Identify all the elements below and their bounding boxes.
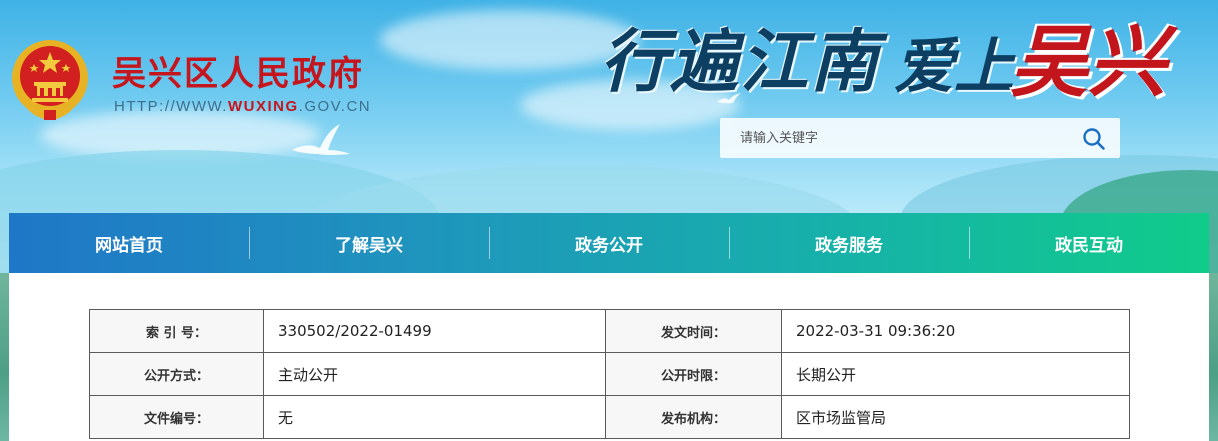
nav-item-gov-affairs-open[interactable]: 政务公开 bbox=[489, 213, 729, 273]
document-number-value: 无 bbox=[263, 395, 606, 439]
search-box bbox=[720, 118, 1120, 158]
nav-item-home[interactable]: 网站首页 bbox=[9, 213, 249, 273]
document-meta-table: 索 引 号： 330502/2022-01499 发文时间： 2022-03-3… bbox=[89, 309, 1130, 439]
search-input[interactable] bbox=[720, 118, 1060, 158]
nav-item-interaction[interactable]: 政民互动 bbox=[969, 213, 1209, 273]
table-row: 公开方式： 主动公开 公开时限： 长期公开 bbox=[89, 352, 1130, 396]
disclosure-method-label: 公开方式： bbox=[89, 352, 264, 396]
url-prefix: HTTP://WWW. bbox=[114, 98, 228, 115]
side-decoration-right bbox=[1209, 273, 1218, 441]
slogan-part2: 爱上 bbox=[894, 32, 1014, 102]
disclosure-period-value: 长期公开 bbox=[781, 352, 1130, 396]
bird-icon bbox=[292, 124, 350, 155]
search-icon[interactable] bbox=[1082, 127, 1106, 151]
publish-time-label: 发文时间： bbox=[605, 309, 782, 353]
slogan-part1: 行遍江南 bbox=[600, 22, 881, 102]
table-row: 索 引 号： 330502/2022-01499 发文时间： 2022-03-3… bbox=[89, 309, 1130, 353]
disclosure-method-value: 主动公开 bbox=[263, 352, 606, 396]
issuing-agency-label: 发布机构： bbox=[605, 395, 782, 439]
slogan: 行遍江南 爱上 吴兴 bbox=[600, 6, 1200, 108]
index-number-label: 索 引 号： bbox=[89, 309, 264, 353]
main-nav: 网站首页 了解吴兴 政务公开 政务服务 政民互动 bbox=[9, 213, 1209, 273]
url-domain: WUXING bbox=[227, 98, 299, 115]
nav-item-gov-services[interactable]: 政务服务 bbox=[729, 213, 969, 273]
site-name[interactable]: 吴兴区人民政府 bbox=[112, 46, 364, 95]
url-suffix: .GOV.CN bbox=[298, 98, 372, 115]
index-number-value: 330502/2022-01499 bbox=[263, 309, 606, 353]
site-url[interactable]: HTTP://WWW.WUXING.GOV.CN bbox=[114, 98, 371, 115]
issuing-agency-value: 区市场监管局 bbox=[781, 395, 1130, 439]
national-emblem-icon bbox=[12, 40, 88, 120]
publish-time-value: 2022-03-31 09:36:20 bbox=[781, 309, 1130, 353]
table-row: 文件编号： 无 发布机构： 区市场监管局 bbox=[89, 395, 1130, 439]
nav-item-about[interactable]: 了解吴兴 bbox=[249, 213, 489, 273]
disclosure-period-label: 公开时限： bbox=[605, 352, 782, 396]
document-number-label: 文件编号： bbox=[89, 395, 264, 439]
slogan-part3: 吴兴 bbox=[1010, 17, 1167, 108]
side-decoration-left bbox=[0, 273, 9, 441]
